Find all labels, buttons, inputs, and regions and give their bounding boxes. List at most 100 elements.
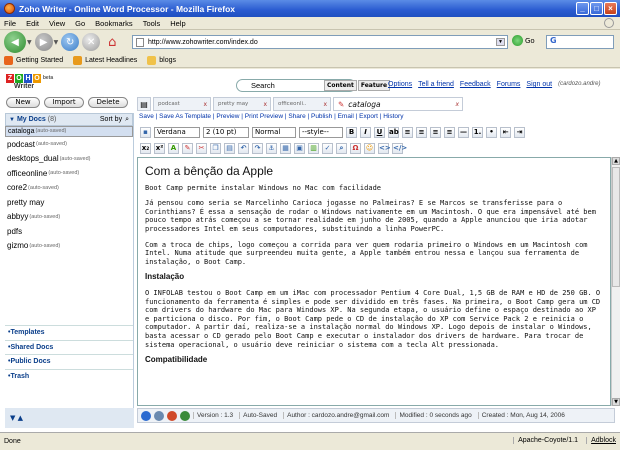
forward-arrow-icon[interactable]: ▶ <box>34 33 53 51</box>
bold-icon[interactable]: B <box>346 126 357 138</box>
new-button[interactable]: New <box>6 97 40 108</box>
feedback-link[interactable]: Feedback <box>460 81 491 88</box>
doc-item-core2[interactable]: core2 (auto-saved) <box>5 181 133 196</box>
minimize-button[interactable]: _ <box>576 2 589 15</box>
outdent-icon[interactable]: ⇤ <box>500 126 511 138</box>
scroll-thumb[interactable] <box>612 167 620 287</box>
indent-icon[interactable]: ⇥ <box>514 126 525 138</box>
doc-item-gizmo[interactable]: gizmo (auto-saved) <box>5 239 133 254</box>
spellcheck-icon[interactable]: ✓ <box>322 142 333 154</box>
find-replace-icon[interactable]: ⌕ <box>336 142 347 154</box>
view-source-icon[interactable]: </> <box>392 142 407 154</box>
search-engine-box[interactable]: G <box>546 35 614 49</box>
users-icon[interactable] <box>180 410 190 421</box>
superscript-icon[interactable]: x² <box>154 142 165 154</box>
delete-button[interactable]: Delete <box>88 97 128 108</box>
zoom-icon[interactable] <box>154 410 164 421</box>
doc-item-officeonline[interactable]: officeonline (auto-saved) <box>5 166 133 181</box>
section-public-docs[interactable]: • Public Docs <box>5 354 133 369</box>
save-disk-icon[interactable]: ▪ <box>140 126 151 138</box>
url-dropdown-icon[interactable]: ▼ <box>496 38 505 46</box>
paragraph-format-select[interactable]: Normal <box>252 126 296 138</box>
insert-image-icon[interactable]: ▣ <box>294 142 305 154</box>
special-char-icon[interactable]: Ω <box>350 142 361 154</box>
bookmark-getting-started[interactable]: Getting Started <box>4 56 63 65</box>
bookmark-latest-headlines[interactable]: Latest Headlines <box>73 56 137 65</box>
align-center-icon[interactable]: ≡ <box>416 126 427 138</box>
menu-edit[interactable]: Edit <box>26 19 39 28</box>
justify-icon[interactable]: ≡ <box>444 126 455 138</box>
tab-close-icon[interactable]: x <box>455 101 459 108</box>
tab-close-icon[interactable]: x <box>323 101 327 108</box>
smiley-icon[interactable]: ☺ <box>364 142 375 154</box>
doc-item-abbyy[interactable]: abbyy (auto-saved) <box>5 210 133 225</box>
menu-go[interactable]: Go <box>75 19 85 28</box>
redo-icon[interactable]: ↷ <box>252 142 263 154</box>
font-family-select[interactable]: Verdana <box>154 126 200 138</box>
tell-a-friend-link[interactable]: Tell a friend <box>418 81 454 88</box>
doc-item-pdfs[interactable]: pdfs <box>5 224 133 239</box>
align-right-icon[interactable]: ≡ <box>430 126 441 138</box>
scroll-up-icon[interactable]: ▲ <box>612 157 620 165</box>
expand-arrow-icon[interactable]: ▲ <box>18 414 23 422</box>
cut-icon[interactable]: ✂ <box>196 142 207 154</box>
forums-link[interactable]: Forums <box>497 81 521 88</box>
close-window-button[interactable]: × <box>604 2 617 15</box>
insert-link-icon[interactable]: ⚓ <box>266 142 277 154</box>
search-content-button[interactable]: Content <box>324 80 357 91</box>
highlight-icon[interactable]: ✎ <box>182 142 193 154</box>
info-icon[interactable] <box>141 410 151 421</box>
tab-close-icon[interactable]: x <box>203 101 207 108</box>
strikethrough-icon[interactable]: ab <box>388 126 399 138</box>
insert-chart-icon[interactable]: ▥ <box>308 142 319 154</box>
tab-close-icon[interactable]: x <box>263 101 267 108</box>
undo-icon[interactable]: ↶ <box>238 142 249 154</box>
document-editor[interactable]: Com a bênção da Apple Boot Camp permite … <box>137 157 611 406</box>
doc-item-cataloga[interactable]: cataloga (auto-saved) <box>5 126 133 137</box>
options-link[interactable]: Options <box>388 81 412 88</box>
subscript-icon[interactable]: x₂ <box>140 142 151 154</box>
doc-item-pretty-may[interactable]: pretty may <box>5 195 133 210</box>
my-docs-header[interactable]: ▼ My Docs (8) Sort by ⌕ <box>5 113 133 126</box>
sort-by-dropdown[interactable]: Sort by <box>100 116 122 123</box>
import-button[interactable]: Import <box>44 97 84 108</box>
collapse-arrow-icon[interactable]: ▼ <box>10 414 15 422</box>
menu-bookmarks[interactable]: Bookmarks <box>95 19 133 28</box>
forward-dropdown-icon[interactable]: ▼ <box>54 39 59 46</box>
horizontal-rule-icon[interactable]: — <box>458 126 469 138</box>
back-arrow-icon[interactable]: ◀ <box>4 31 26 53</box>
adblock-button[interactable]: Adblock <box>586 437 616 444</box>
tab-pretty-may[interactable]: pretty may x <box>213 97 271 111</box>
search-feature-button[interactable]: Feature <box>357 80 391 91</box>
back-dropdown-icon[interactable]: ▼ <box>27 39 32 46</box>
html-source-icon[interactable]: <> <box>378 142 391 154</box>
go-button[interactable]: Go <box>512 35 535 46</box>
menu-tools[interactable]: Tools <box>143 19 161 28</box>
italic-icon[interactable]: I <box>360 126 371 138</box>
doc-item-desktops-dual[interactable]: desktops_dual (auto-saved) <box>5 152 133 167</box>
file-actions-bar[interactable]: Save | Save As Template | Preview | Prin… <box>137 113 615 124</box>
menu-file[interactable]: File <box>4 19 16 28</box>
insert-table-icon[interactable]: ▦ <box>280 142 291 154</box>
editor-scrollbar[interactable]: ▲ ▼ <box>611 157 620 406</box>
doc-item-podcast[interactable]: podcast (auto-saved) <box>5 137 133 152</box>
underline-icon[interactable]: U <box>374 126 385 138</box>
home-icon[interactable]: ⌂ <box>103 33 121 51</box>
font-size-select[interactable]: 2 (10 pt) <box>203 126 249 138</box>
paste-icon[interactable]: ▤ <box>224 142 235 154</box>
text-color-icon[interactable]: A <box>168 142 179 154</box>
reload-icon[interactable]: ↻ <box>61 33 80 51</box>
stop-icon[interactable]: ✕ <box>82 33 101 51</box>
tab-officeonline[interactable]: officeonli.. x <box>273 97 331 111</box>
menu-view[interactable]: View <box>49 19 65 28</box>
section-trash[interactable]: • Trash <box>5 368 133 384</box>
tab-cataloga[interactable]: ✎ cataloga x <box>333 97 463 111</box>
bookmark-blogs[interactable]: blogs <box>147 56 176 65</box>
scroll-down-icon[interactable]: ▼ <box>612 398 620 406</box>
section-shared-docs[interactable]: • Shared Docs <box>5 339 133 355</box>
unordered-list-icon[interactable]: • <box>486 126 497 138</box>
search-icon[interactable]: ⌕ <box>125 116 129 124</box>
section-templates[interactable]: • Templates <box>5 325 133 340</box>
sign-out-link[interactable]: Sign out <box>526 81 552 88</box>
ordered-list-icon[interactable]: 1. <box>472 126 483 138</box>
